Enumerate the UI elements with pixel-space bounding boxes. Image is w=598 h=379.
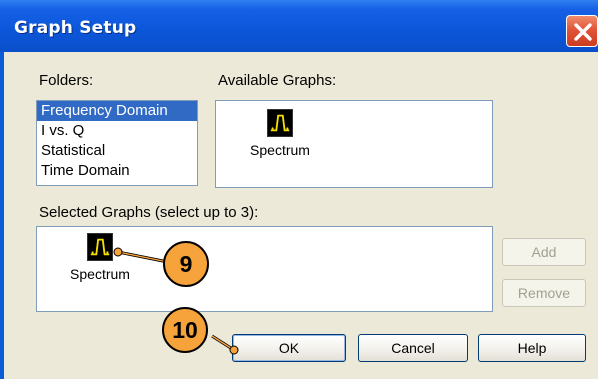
selected-graph-spectrum[interactable]: Spectrum (53, 233, 147, 282)
title-bar[interactable]: Graph Setup (0, 0, 598, 52)
cancel-button[interactable]: Cancel (358, 334, 468, 362)
help-button[interactable]: Help (478, 334, 586, 362)
available-graph-label: Spectrum (250, 142, 310, 158)
callout-10: 10 (162, 307, 208, 353)
available-graphs-label: Available Graphs: (218, 72, 337, 89)
selected-graph-label: Spectrum (70, 266, 130, 282)
ok-button[interactable]: OK (232, 334, 346, 362)
folder-item-statistical[interactable]: Statistical (37, 141, 197, 161)
folder-item-time-domain[interactable]: Time Domain (37, 161, 197, 181)
available-graphs-list[interactable]: Spectrum (215, 100, 493, 188)
folders-label: Folders: (39, 72, 94, 89)
spectrum-icon (87, 233, 113, 261)
dialog-body: Folders: Frequency Domain I vs. Q Statis… (4, 52, 598, 379)
close-icon (574, 23, 592, 41)
callout-9: 9 (163, 241, 209, 287)
selected-graphs-label: Selected Graphs (select up to 3): (39, 204, 259, 221)
available-graph-spectrum[interactable]: Spectrum (240, 109, 320, 158)
selected-graphs-list[interactable]: Spectrum (36, 226, 493, 312)
dialog-title: Graph Setup (14, 18, 137, 38)
folder-item-frequency-domain[interactable]: Frequency Domain (37, 101, 197, 121)
close-button[interactable] (566, 15, 598, 47)
add-button[interactable]: Add (502, 238, 586, 266)
folder-item-i-vs-q[interactable]: I vs. Q (37, 121, 197, 141)
graph-setup-dialog: Graph Setup Folders: Frequency Domain I … (0, 0, 598, 379)
remove-button[interactable]: Remove (502, 279, 586, 307)
folders-list[interactable]: Frequency Domain I vs. Q Statistical Tim… (36, 100, 198, 186)
spectrum-icon (267, 109, 293, 137)
